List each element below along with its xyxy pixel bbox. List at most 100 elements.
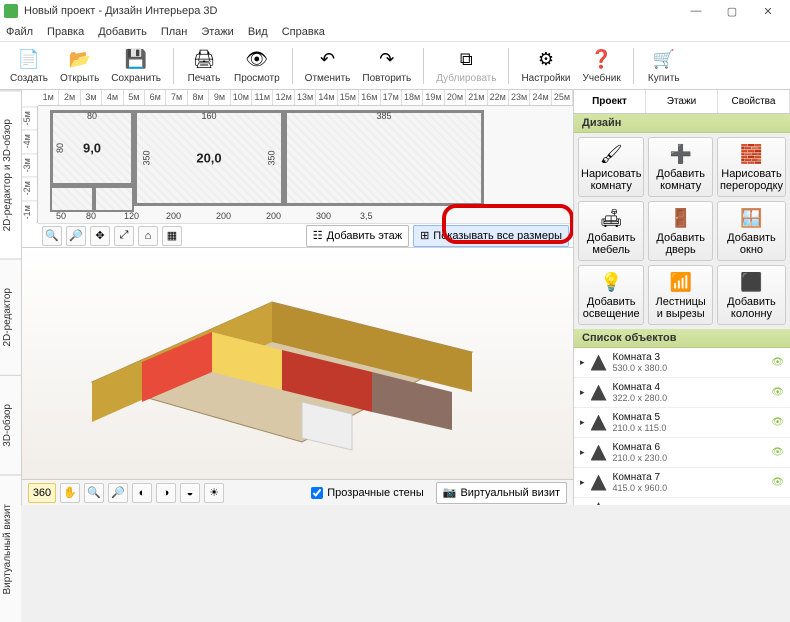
zoom-in-3d-button[interactable]: 🔍 xyxy=(84,483,104,503)
transparent-walls-checkbox[interactable]: Прозрачные стены xyxy=(311,487,423,499)
design-furniture-button[interactable]: 🛋Добавить мебель xyxy=(578,201,644,261)
menu-план[interactable]: План xyxy=(161,26,188,38)
expand-icon[interactable]: ▸ xyxy=(580,357,585,368)
expand-icon[interactable]: ▸ xyxy=(580,387,585,398)
ruler-tick: 12м xyxy=(273,90,294,105)
vtab-1[interactable]: 2D-редактор xyxy=(0,259,21,375)
close-button[interactable]: ✕ xyxy=(750,0,786,22)
expand-icon[interactable]: ▸ xyxy=(580,447,585,458)
plan-2d-pane[interactable]: 1м2м3м4м5м6м7м8м9м10м11м12м13м14м15м16м1… xyxy=(22,90,573,248)
design-door-button[interactable]: 🚪Добавить дверь xyxy=(648,201,713,261)
save-button[interactable]: 💾Сохранить xyxy=(107,44,165,88)
toolbar-label: Печать xyxy=(188,73,221,84)
pan-3d-button[interactable]: ✋ xyxy=(60,483,80,503)
model-3d[interactable] xyxy=(72,262,492,462)
file-new-button[interactable]: 📄Создать xyxy=(6,44,52,88)
floorplan-3d-icon xyxy=(72,262,492,462)
grid-button[interactable]: ▦ xyxy=(162,226,182,246)
object-row[interactable]: ▸Комната 7415.0 x 960.0👁 xyxy=(574,468,790,498)
visibility-icon[interactable]: 👁 xyxy=(771,477,784,488)
fit-button[interactable]: ⤢ xyxy=(114,226,134,246)
ruler-tick: -1м xyxy=(22,200,37,223)
help-button[interactable]: ❓Учебник xyxy=(579,44,625,88)
object-row[interactable]: ▸Комната 4322.0 x 280.0👁 xyxy=(574,378,790,408)
design-wall-button[interactable]: 🧱Нарисовать перегородку xyxy=(717,137,786,197)
vtab-0[interactable]: 2D-редактор и 3D-обзор xyxy=(0,90,21,259)
menu-вид[interactable]: Вид xyxy=(248,26,268,38)
view-b-button[interactable]: ◑ xyxy=(156,483,176,503)
object-row[interactable]: ▸Комната 6210.0 x 230.0👁 xyxy=(574,438,790,468)
toolbar-label: Купить xyxy=(648,73,680,84)
printer-button[interactable]: 🖨Печать xyxy=(182,44,226,88)
objects-header: Список объектов xyxy=(574,329,790,348)
room-2[interactable]: 20,0 160 350 350 xyxy=(134,110,284,206)
object-name: Комната 3 xyxy=(613,352,766,363)
expand-icon[interactable]: ▸ xyxy=(580,417,585,428)
expand-icon[interactable]: ▸ xyxy=(580,477,585,488)
side-tab-проект[interactable]: Проект xyxy=(574,90,646,113)
objects-list[interactable]: ▸Комната 3530.0 x 380.0👁▸Комната 4322.0 … xyxy=(574,348,790,505)
toolbar-label: Настройки xyxy=(521,73,570,84)
printer-icon: 🖨 xyxy=(192,48,216,72)
zoom-out-button[interactable]: 🔎 xyxy=(66,226,86,246)
window-icon: 🪟 xyxy=(739,206,763,230)
cart-button[interactable]: 🛒Купить xyxy=(642,44,686,88)
home-button[interactable]: ⌂ xyxy=(138,226,158,246)
vtab-2[interactable]: 3D-обзор xyxy=(0,375,21,475)
camera-icon: 📷 xyxy=(443,486,457,499)
visibility-icon[interactable]: 👁 xyxy=(771,387,784,398)
menu-добавить[interactable]: Добавить xyxy=(98,26,147,38)
minimize-button[interactable]: — xyxy=(678,0,714,22)
design-draw-room-button[interactable]: 🖌Нарисовать комнату xyxy=(578,137,644,197)
virtual-visit-button[interactable]: 📷 Виртуальный визит xyxy=(436,482,567,504)
visibility-icon[interactable]: 👁 xyxy=(771,447,784,458)
vtab-3[interactable]: Виртуальный визит xyxy=(0,475,21,622)
undo-button[interactable]: ↶Отменить xyxy=(301,44,355,88)
menu-этажи[interactable]: Этажи xyxy=(201,26,233,38)
design-column-button[interactable]: ⬛Добавить колонну xyxy=(717,265,786,325)
room-small-b[interactable] xyxy=(94,186,134,212)
side-tab-свойства[interactable]: Свойства xyxy=(718,90,790,113)
zoom-in-button[interactable]: 🔍 xyxy=(42,226,62,246)
plan-canvas[interactable]: 9,0 80 80 20,0 160 350 350 385 50 80 xyxy=(38,106,573,223)
toolbar-label: Отменить xyxy=(305,73,351,84)
object-row[interactable]: ▸Комната 5210.0 x 115.0👁 xyxy=(574,408,790,438)
visibility-icon[interactable]: 👁 xyxy=(771,417,784,428)
folder-open-button[interactable]: 📂Открыть xyxy=(56,44,103,88)
toolbar-separator xyxy=(292,48,293,84)
ruler-tick: -3м xyxy=(22,153,37,176)
preview-3d-pane[interactable]: 360 ✋ 🔍 🔎 ◐ ◑ ◒ ☀ Прозрачные стены 📷 Вир… xyxy=(22,248,573,505)
design-add-room-button[interactable]: ➕Добавить комнату xyxy=(648,137,713,197)
zoom-out-3d-button[interactable]: 🔎 xyxy=(108,483,128,503)
transparent-walls-input[interactable] xyxy=(311,487,323,499)
add-floor-button[interactable]: ☷ Добавить этаж xyxy=(306,225,409,247)
menu-правка[interactable]: Правка xyxy=(47,26,84,38)
room-small-a[interactable] xyxy=(50,186,94,212)
pan-button[interactable]: ✥ xyxy=(90,226,110,246)
object-row[interactable]: ▸Комната 3530.0 x 380.0👁 xyxy=(574,348,790,378)
menu-файл[interactable]: Файл xyxy=(6,26,33,38)
visibility-icon[interactable]: 👁 xyxy=(771,357,784,368)
menu-справка[interactable]: Справка xyxy=(282,26,325,38)
object-icon xyxy=(591,445,607,461)
orbit-360-button[interactable]: 360 xyxy=(28,483,56,503)
room-3[interactable]: 385 xyxy=(284,110,484,206)
maximize-button[interactable]: ▢ xyxy=(714,0,750,22)
design-stairs-button[interactable]: 📶Лестницы и вырезы xyxy=(648,265,713,325)
design-light-button[interactable]: 💡Добавить освещение xyxy=(578,265,644,325)
view-c-button[interactable]: ◒ xyxy=(180,483,200,503)
redo-button[interactable]: ↷Повторить xyxy=(358,44,415,88)
light-button[interactable]: ☀ xyxy=(204,483,224,503)
room-1[interactable]: 9,0 80 80 xyxy=(50,110,134,186)
object-row[interactable]: ▸Газовая плита👁 xyxy=(574,498,790,505)
side-tab-этажи[interactable]: Этажи xyxy=(646,90,718,113)
view-a-button[interactable]: ◐ xyxy=(132,483,152,503)
toolbar-label: Дублировать xyxy=(436,73,496,84)
ruler-horizontal: 1м2м3м4м5м6м7м8м9м10м11м12м13м14м15м16м1… xyxy=(38,90,573,106)
eye-button[interactable]: 👁Просмотр xyxy=(230,44,284,88)
object-icon xyxy=(591,475,607,491)
show-all-sizes-button[interactable]: ⊞ Показывать все размеры xyxy=(413,225,569,247)
gear-button[interactable]: ⚙Настройки xyxy=(517,44,574,88)
design-window-button[interactable]: 🪟Добавить окно xyxy=(717,201,786,261)
room-area: 9,0 xyxy=(83,141,101,156)
